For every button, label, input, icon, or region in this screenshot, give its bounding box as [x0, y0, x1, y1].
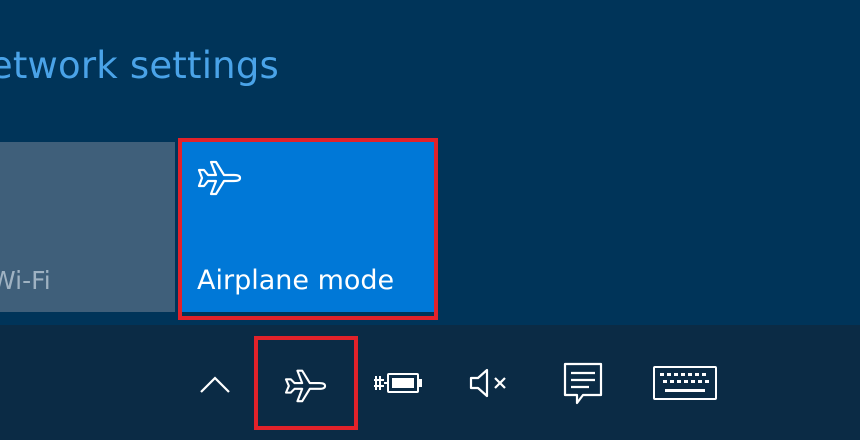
airplane-mode-tile-label: Airplane mode: [197, 265, 395, 296]
taskbar: [0, 325, 860, 440]
action-center-tray-button[interactable]: [555, 355, 611, 411]
network-settings-link[interactable]: Network settings: [0, 44, 279, 87]
battery-charging-icon: [372, 366, 426, 400]
airplane-icon: [195, 152, 243, 200]
chevron-up-icon: [195, 368, 235, 398]
battery-tray-button[interactable]: [370, 358, 428, 408]
airplane-mode-tray-button[interactable]: [276, 357, 336, 412]
touch-keyboard-tray-button[interactable]: [648, 358, 722, 408]
wifi-tile[interactable]: Wi-Fi: [0, 142, 175, 312]
airplane-mode-tile[interactable]: Airplane mode: [182, 142, 434, 312]
volume-muted-icon: [467, 365, 513, 401]
show-hidden-icons-button[interactable]: [190, 360, 240, 405]
network-flyout: Network settings Wi-Fi Airplane mode: [0, 0, 860, 325]
action-center-icon: [559, 359, 607, 407]
airplane-icon: [283, 365, 329, 405]
volume-tray-button[interactable]: [460, 358, 520, 408]
keyboard-icon: [651, 363, 719, 403]
wifi-tile-label: Wi-Fi: [0, 266, 51, 295]
